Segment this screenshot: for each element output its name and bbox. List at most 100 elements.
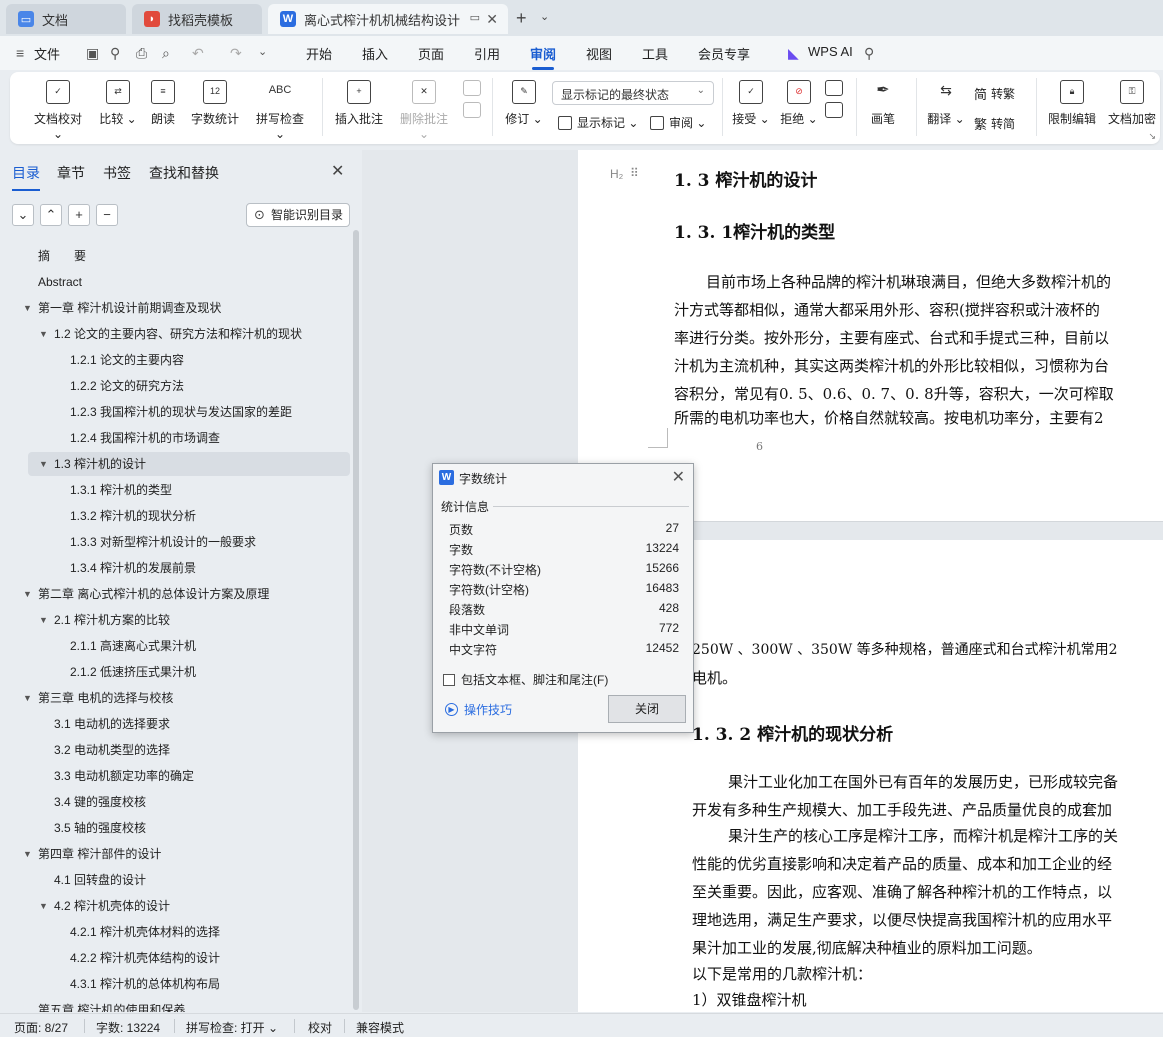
accept-button[interactable]: ✓ 接受 ⌄: [732, 80, 770, 127]
read-aloud-button[interactable]: ≡ 朗读: [148, 80, 178, 127]
expand-arrow-icon[interactable]: ▼: [23, 842, 32, 866]
prev-comment-button[interactable]: [462, 80, 482, 124]
expand-arrow-icon[interactable]: ▼: [39, 894, 48, 918]
toc-item[interactable]: Abstract: [0, 270, 350, 294]
menu-page[interactable]: 页面: [418, 44, 444, 63]
redo-icon[interactable]: ↷: [230, 45, 242, 62]
tab-toc[interactable]: 目录: [12, 163, 40, 191]
include-textbox-checkbox[interactable]: 包括文本框、脚注和尾注(F): [443, 671, 608, 688]
toc-item[interactable]: 3.4 键的强度校核: [0, 790, 350, 814]
chevron-down-icon[interactable]: ⌄: [258, 45, 267, 58]
toc-item[interactable]: 3.3 电动机额定功率的确定: [0, 764, 350, 788]
close-icon[interactable]: ✕: [486, 11, 498, 28]
expand-arrow-icon[interactable]: ▼: [39, 452, 48, 476]
menu-review[interactable]: 审阅: [530, 44, 556, 70]
drag-handle-icon[interactable]: ⠿: [630, 166, 639, 180]
status-proof[interactable]: 校对: [308, 1019, 332, 1036]
toc-item[interactable]: 4.2.2 榨汁机壳体结构的设计: [0, 946, 350, 970]
expand-all-button[interactable]: ⌃: [40, 204, 62, 226]
close-icon[interactable]: ✕: [672, 467, 685, 487]
status-word-count[interactable]: 字数: 13224: [96, 1019, 160, 1036]
remove-item-button[interactable]: −: [96, 204, 118, 226]
toc-item[interactable]: 1.3.2 榨汁机的现状分析: [0, 504, 350, 528]
toc-item[interactable]: 2.1.1 高速离心式果汁机: [0, 634, 350, 658]
tab-chapters[interactable]: 章节: [57, 163, 85, 183]
toc-item[interactable]: ▼ 第三章 电机的选择与校核: [0, 686, 350, 710]
show-markup-button[interactable]: 显示标记 ⌄: [558, 114, 638, 131]
toc-item[interactable]: 1.2.1 论文的主要内容: [0, 348, 350, 372]
translate-button[interactable]: ⇆ 翻译 ⌄: [926, 80, 966, 127]
close-button[interactable]: 关闭: [608, 695, 686, 723]
pen-button[interactable]: ✒ 画笔: [868, 80, 898, 127]
revise-button[interactable]: ✎ 修订 ⌄: [504, 80, 544, 127]
menu-reference[interactable]: 引用: [474, 44, 500, 63]
tab-documents[interactable]: ▭ 文档: [6, 4, 126, 34]
status-spell-check[interactable]: 拼写检查: 打开 ⌄: [186, 1019, 278, 1036]
toc-item[interactable]: 3.1 电动机的选择要求: [0, 712, 350, 736]
toc-item[interactable]: 摘 要: [0, 244, 350, 268]
toc-item[interactable]: 4.3.1 榨汁机的总体机构布局: [0, 972, 350, 996]
toc-item[interactable]: 4.2.1 榨汁机壳体材料的选择: [0, 920, 350, 944]
collapse-all-button[interactable]: ⌄: [12, 204, 34, 226]
toc-item[interactable]: 3.2 电动机类型的选择: [0, 738, 350, 762]
prev-change-button[interactable]: [824, 80, 844, 124]
spell-check-button[interactable]: ABC 拼写检查 ⌄: [250, 80, 310, 141]
toc-scrollbar[interactable]: [353, 230, 359, 1010]
tab-docer-templates[interactable]: ◗ 找稻壳模板: [132, 4, 262, 34]
save-icon[interactable]: ▣: [86, 45, 99, 62]
search-icon[interactable]: ⚲: [864, 45, 874, 62]
menu-member[interactable]: 会员专享: [698, 44, 750, 63]
word-count-button[interactable]: 12 字数统计: [190, 80, 240, 127]
print-preview-icon[interactable]: ⌕: [162, 45, 170, 62]
to-simplified-button[interactable]: 繁 转简: [974, 114, 1015, 133]
expand-arrow-icon[interactable]: ▼: [23, 582, 32, 606]
toc-item[interactable]: 1.2.3 我国榨汁机的现状与发达国家的差距: [0, 400, 350, 424]
screen-icon[interactable]: ▭: [470, 11, 480, 24]
toc-item[interactable]: ▼ 1.3 榨汁机的设计: [28, 452, 350, 476]
print-icon[interactable]: ⎙: [136, 45, 147, 62]
tips-link[interactable]: ▶ 操作技巧: [445, 701, 512, 718]
toc-item[interactable]: 1.2.4 我国榨汁机的市场调查: [0, 426, 350, 450]
menu-tools[interactable]: 工具: [642, 44, 668, 63]
dialog-titlebar[interactable]: W 字数统计 ✕: [433, 464, 693, 492]
toc-item[interactable]: 1.2.2 论文的研究方法: [0, 374, 350, 398]
restrict-edit-button[interactable]: 🔒︎ 限制编辑: [1046, 80, 1098, 127]
toc-item[interactable]: 1.3.1 榨汁机的类型: [0, 478, 350, 502]
menu-view[interactable]: 视图: [586, 44, 612, 63]
toc-item[interactable]: 1.3.3 对新型榨汁机设计的一般要求: [0, 530, 350, 554]
smart-toc-button[interactable]: 智能识别目录: [246, 203, 350, 227]
checkbox-box[interactable]: [443, 673, 455, 686]
menu-file[interactable]: 文件: [34, 44, 60, 63]
expand-arrow-icon[interactable]: ▼: [39, 608, 48, 632]
doc-encrypt-button[interactable]: ⚿ 文档加密: [1106, 80, 1158, 127]
toc-item[interactable]: ▼ 第四章 榨汁部件的设计: [0, 842, 350, 866]
toc-item[interactable]: ▼ 2.1 榨汁机方案的比较: [0, 608, 350, 632]
menu-wps-ai[interactable]: WPS AI: [808, 44, 853, 59]
expand-arrow-icon[interactable]: ▼: [23, 296, 32, 320]
toc-item[interactable]: 4.1 回转盘的设计: [0, 868, 350, 892]
status-page[interactable]: 页面: 8/27: [14, 1019, 68, 1036]
export-icon[interactable]: ⚲: [110, 45, 120, 62]
new-tab-button[interactable]: +: [516, 8, 527, 29]
toc-item[interactable]: 1.3.4 榨汁机的发展前景: [0, 556, 350, 580]
expand-ribbon-icon[interactable]: ↘: [1148, 131, 1156, 142]
expand-arrow-icon[interactable]: ▼: [23, 686, 32, 710]
delete-comment-button[interactable]: ✕ 删除批注 ⌄: [394, 80, 454, 141]
compare-button[interactable]: ⇄ 比较 ⌄: [96, 80, 140, 127]
review-pane-button[interactable]: 审阅 ⌄: [650, 114, 706, 131]
reject-button[interactable]: ⊘ 拒绝 ⌄: [780, 80, 818, 127]
close-icon[interactable]: ✕: [331, 161, 344, 181]
toc-item[interactable]: 3.5 轴的强度校核: [0, 816, 350, 840]
menu-insert[interactable]: 插入: [362, 44, 388, 63]
doc-proofread-button[interactable]: ✓ 文档校对 ⌄: [28, 80, 88, 141]
toc-item[interactable]: ▼ 4.2 榨汁机壳体的设计: [0, 894, 350, 918]
expand-arrow-icon[interactable]: ▼: [39, 322, 48, 346]
menu-home[interactable]: 开始: [306, 44, 332, 63]
toc-item[interactable]: 2.1.2 低速挤压式果汁机: [0, 660, 350, 684]
undo-icon[interactable]: ↶: [192, 45, 204, 62]
markup-status-select[interactable]: 显示标记的最终状态 ⌄: [552, 81, 714, 105]
hamburger-icon[interactable]: ≡: [16, 45, 24, 61]
tab-find-replace[interactable]: 查找和替换: [149, 163, 219, 183]
toc-item[interactable]: ▼ 第一章 榨汁机设计前期调查及现状: [0, 296, 350, 320]
tab-current-document[interactable]: W 离心式榨汁机机械结构设计 说 ▭ ✕: [268, 4, 508, 34]
